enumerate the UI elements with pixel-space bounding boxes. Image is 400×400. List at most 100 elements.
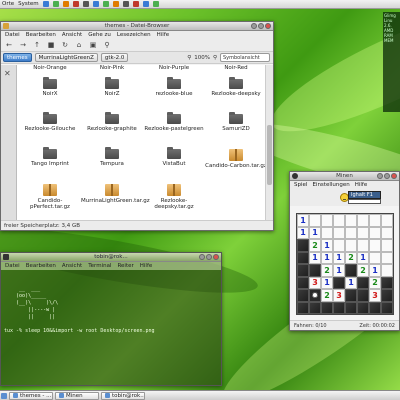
open-cell[interactable]: 2 bbox=[309, 239, 321, 252]
menu-file[interactable]: Datei bbox=[5, 263, 20, 269]
open-cell[interactable] bbox=[369, 214, 381, 227]
open-cell[interactable] bbox=[357, 239, 369, 252]
open-cell[interactable] bbox=[321, 226, 333, 239]
menu-edit[interactable]: Bearbeiten bbox=[26, 263, 56, 269]
launcher-icon[interactable] bbox=[92, 1, 99, 7]
launcher-icon[interactable] bbox=[102, 1, 109, 7]
back-icon[interactable]: ← bbox=[5, 41, 13, 49]
open-cell[interactable]: 1 bbox=[333, 264, 345, 277]
folder-item[interactable]: Rezlooke-deepsky bbox=[205, 77, 267, 97]
scrollbar-thumb[interactable] bbox=[267, 125, 272, 185]
archive-item[interactable]: Candido-pPerfect.tar.gz bbox=[19, 184, 81, 210]
hidden-cell[interactable] bbox=[357, 276, 369, 289]
minimize-button[interactable] bbox=[251, 23, 257, 29]
launcher-icon[interactable] bbox=[52, 1, 59, 7]
scrollbar[interactable] bbox=[265, 65, 273, 221]
hidden-cell[interactable] bbox=[345, 289, 357, 302]
menu-help[interactable]: Hilfe bbox=[355, 182, 368, 188]
show-desktop-icon[interactable] bbox=[1, 392, 7, 399]
menu-help[interactable]: Hilfe bbox=[140, 263, 153, 269]
open-cell[interactable]: 2 bbox=[369, 276, 381, 289]
open-cell[interactable]: 2 bbox=[357, 264, 369, 277]
open-cell[interactable]: 1 bbox=[357, 251, 369, 264]
open-cell[interactable]: 2 bbox=[345, 251, 357, 264]
up-icon[interactable]: ↑ bbox=[33, 41, 41, 49]
menu-help[interactable]: Hilfe bbox=[157, 32, 170, 38]
terminal-titlebar[interactable]: tobin@rok... bbox=[1, 253, 221, 262]
maximize-button[interactable] bbox=[384, 173, 390, 179]
minimize-button[interactable] bbox=[377, 173, 383, 179]
archive-item[interactable]: Candido-Carbon.tar.gz bbox=[205, 149, 267, 169]
hidden-cell[interactable] bbox=[297, 264, 309, 277]
hidden-cell[interactable] bbox=[297, 289, 309, 302]
open-cell[interactable]: 1 bbox=[321, 239, 333, 252]
archive-item[interactable]: Rezlooke-deepsky.tar.gz bbox=[143, 184, 205, 210]
close-button[interactable] bbox=[391, 173, 397, 179]
archive-item[interactable]: MurrinaLightGreen.tar.gz bbox=[81, 184, 150, 204]
zoom-in-icon[interactable]: ⚲ bbox=[213, 55, 217, 61]
terminal-output[interactable]: __ ___ (oo)\_____ (__)\ )\/\ ||----w | |… bbox=[1, 270, 221, 344]
launcher-icon[interactable] bbox=[122, 1, 129, 7]
open-cell[interactable]: 3 bbox=[369, 289, 381, 302]
menu-game[interactable]: Spiel bbox=[294, 182, 307, 188]
menu-settings[interactable]: Einstellungen bbox=[312, 182, 349, 188]
launcher-icon[interactable] bbox=[152, 1, 159, 7]
view-mode-select[interactable]: Symbolansicht bbox=[220, 53, 270, 62]
file-browser-titlebar[interactable]: themes - Datei-Browser bbox=[1, 22, 273, 31]
search-icon[interactable]: ⚲ bbox=[103, 41, 111, 49]
open-cell[interactable] bbox=[309, 214, 321, 227]
open-cell[interactable] bbox=[333, 214, 345, 227]
reload-icon[interactable]: ↻ bbox=[61, 41, 69, 49]
computer-icon[interactable]: ▣ bbox=[89, 41, 97, 49]
places-menu[interactable]: Orte bbox=[2, 1, 14, 7]
stop-icon[interactable]: ■ bbox=[47, 41, 55, 49]
home-icon[interactable]: ⌂ bbox=[75, 41, 83, 49]
open-cell[interactable]: 1 bbox=[309, 226, 321, 239]
forward-icon[interactable]: → bbox=[19, 41, 27, 49]
open-cell[interactable] bbox=[345, 226, 357, 239]
mine-cell[interactable]: ✹ bbox=[309, 289, 321, 302]
minesweeper-titlebar[interactable]: Minen bbox=[290, 172, 399, 181]
hidden-cell[interactable] bbox=[333, 301, 345, 314]
file-item[interactable]: Noir-Purple bbox=[143, 65, 205, 71]
hidden-cell[interactable] bbox=[297, 301, 309, 314]
hidden-cell[interactable] bbox=[333, 276, 345, 289]
zoom-out-icon[interactable]: ⚲ bbox=[187, 55, 191, 61]
menu-tabs[interactable]: Reiter bbox=[117, 263, 133, 269]
hidden-cell[interactable] bbox=[297, 276, 309, 289]
folder-item[interactable]: Rezlooke-Gilouche bbox=[19, 112, 81, 132]
open-cell[interactable] bbox=[333, 226, 345, 239]
file-item[interactable]: Noir-Pink bbox=[81, 65, 143, 71]
close-button[interactable] bbox=[265, 23, 271, 29]
path-crumb[interactable]: MurrinaLightGreenZ bbox=[34, 53, 98, 62]
open-cell[interactable] bbox=[345, 214, 357, 227]
folder-item[interactable]: Rezlooke-graphite bbox=[81, 112, 143, 132]
hidden-cell[interactable] bbox=[321, 301, 333, 314]
open-cell[interactable]: 1 bbox=[369, 264, 381, 277]
hidden-cell[interactable] bbox=[381, 289, 393, 302]
launcher-icon[interactable] bbox=[142, 1, 149, 7]
open-cell[interactable] bbox=[381, 226, 393, 239]
open-cell[interactable]: 3 bbox=[333, 289, 345, 302]
hidden-cell[interactable] bbox=[345, 301, 357, 314]
folder-item[interactable]: Rezlooke-pastelgreen bbox=[143, 112, 205, 132]
launcher-icon[interactable] bbox=[132, 1, 139, 7]
open-cell[interactable] bbox=[369, 251, 381, 264]
hidden-cell[interactable] bbox=[357, 289, 369, 302]
launcher-icon[interactable] bbox=[62, 1, 69, 7]
folder-item[interactable]: rezlooke-blue bbox=[143, 77, 205, 97]
open-cell[interactable] bbox=[357, 214, 369, 227]
hidden-cell[interactable] bbox=[297, 251, 309, 264]
open-cell[interactable]: 2 bbox=[321, 289, 333, 302]
hidden-cell[interactable] bbox=[297, 239, 309, 252]
open-cell[interactable] bbox=[381, 214, 393, 227]
maximize-button[interactable] bbox=[258, 23, 264, 29]
hidden-cell[interactable] bbox=[381, 301, 393, 314]
open-cell[interactable] bbox=[369, 239, 381, 252]
minimize-button[interactable] bbox=[199, 254, 205, 260]
open-cell[interactable] bbox=[333, 239, 345, 252]
open-cell[interactable] bbox=[345, 239, 357, 252]
menu-edit[interactable]: Bearbeiten bbox=[26, 32, 56, 38]
folder-item[interactable]: SamuriZD bbox=[205, 112, 267, 132]
taskbar-button[interactable]: themes - ... bbox=[9, 391, 53, 400]
